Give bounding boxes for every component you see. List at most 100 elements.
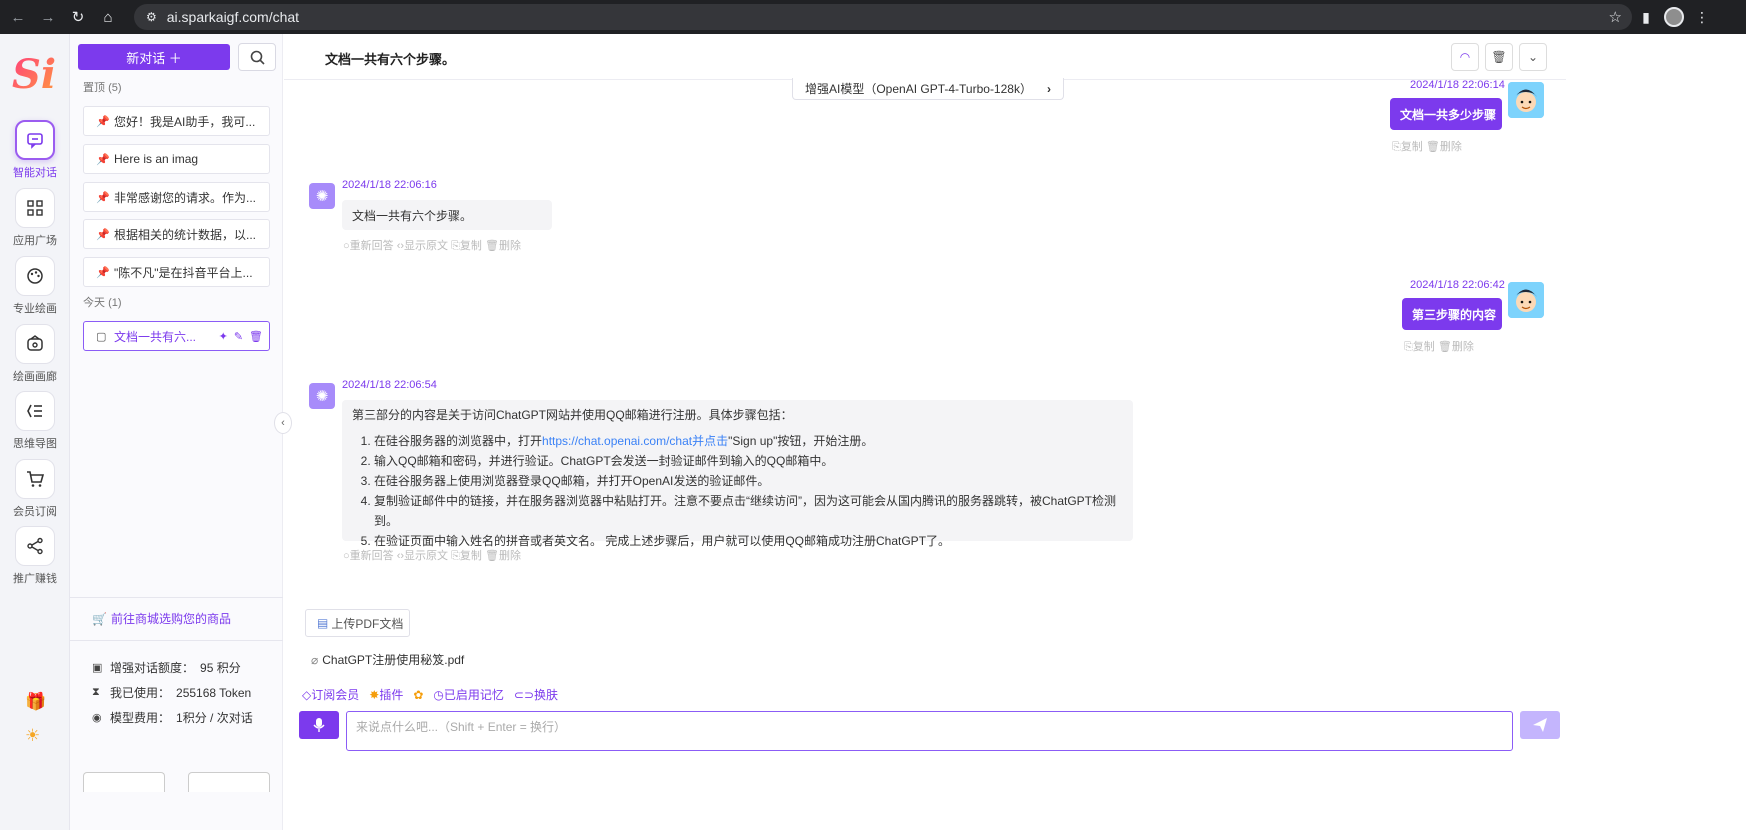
message-input[interactable]: 来说点什么吧...（Shift + Enter = 换行）	[346, 711, 1513, 751]
pinned-section-title: 置顶 (5)	[83, 82, 122, 94]
plugin-icon: ✸	[369, 688, 380, 702]
show-raw-button[interactable]: ‹›显示原文	[397, 550, 448, 562]
rail-item-painting[interactable]: 专业绘画	[8, 256, 62, 316]
trash-icon[interactable]: 🗑	[1485, 43, 1513, 71]
model-selector[interactable]: 增强AI模型（OpenAI GPT-4-Turbo-128k） ›	[792, 78, 1064, 100]
tokens-used: ⧗ 我已使用： 255168 Token	[92, 685, 252, 701]
bookmark-star-icon[interactable]: ☆	[1609, 8, 1622, 26]
edit-icon[interactable]: ✎	[234, 330, 243, 343]
copy-button[interactable]: ⎘复制	[1404, 341, 1435, 353]
app-logo[interactable]: Si	[10, 50, 62, 98]
profile-avatar[interactable]	[1660, 3, 1688, 31]
clock-icon: ◷	[433, 688, 444, 702]
list-item: 复制验证邮件中的链接，并在服务器浏览器中粘贴打开。注意不要点击“继续访问”，因为…	[374, 491, 1123, 531]
paperclip-icon: ⌀	[311, 652, 319, 667]
delete-button[interactable]: 🗑删除	[1426, 141, 1462, 153]
pinned-conversation[interactable]: 📌 您好！我是AI助手，我可...	[83, 106, 270, 136]
pin-icon: 📌	[96, 228, 110, 241]
sidepanel-icon[interactable]: ▮	[1632, 3, 1660, 31]
divider	[70, 597, 283, 598]
pinned-conversation[interactable]: 📌 非常感谢您的请求。作为...	[83, 182, 270, 212]
pinned-conversation[interactable]: 📌 Here is an imag	[83, 144, 270, 174]
rail-item-membership[interactable]: 会员订阅	[8, 459, 62, 519]
rail-item-mindmap[interactable]: 思维导图	[8, 391, 62, 451]
show-raw-button[interactable]: ‹›显示原文	[397, 240, 448, 252]
send-button[interactable]	[1520, 711, 1560, 739]
gift-icon[interactable]: 🎁	[25, 692, 46, 712]
pinned-conversation[interactable]: 📌 "陈不凡"是在抖音平台上...	[83, 257, 270, 287]
copy-button[interactable]: ⎘复制	[451, 550, 482, 562]
chevron-right-icon: ›	[1047, 81, 1051, 96]
sidebar-footer-button[interactable]	[188, 772, 270, 792]
assistant-avatar: ✺	[309, 183, 335, 209]
tag-icon: ◇	[302, 688, 312, 702]
rail-item-referral[interactable]: 推广赚钱	[8, 526, 62, 586]
user-avatar	[1508, 82, 1544, 118]
pin-icon: 📌	[96, 266, 110, 279]
delete-button[interactable]: 🗑删除	[1438, 341, 1474, 353]
message-time: 2024/1/18 22:06:42	[1410, 279, 1505, 291]
forward-icon[interactable]: →	[36, 5, 60, 29]
apps-icon	[15, 188, 55, 228]
browser-toolbar: ← → ↻ ⌂ ⚙ ai.sparkaigf.com/chat ☆ ▮ ⋮	[0, 0, 1746, 34]
rail-item-apps[interactable]: 应用广场	[8, 188, 62, 248]
upload-pdf-button[interactable]: ▤ 上传PDF文档	[305, 609, 410, 637]
menu-icon[interactable]: ⋮	[1688, 3, 1716, 31]
wallet-icon: ▣	[92, 662, 103, 674]
input-toolbar: ◇订阅会员 ✸插件 ✿ ◷已启用记忆 ⊂⊃换肤	[302, 686, 558, 703]
message-time: 2024/1/18 22:06:54	[342, 379, 437, 391]
regenerate-button[interactable]: ○重新回答	[343, 240, 394, 252]
search-icon[interactable]	[238, 43, 276, 71]
rail-label: 推广赚钱	[13, 573, 57, 585]
message-actions: ⎘复制 🗑删除	[1392, 138, 1462, 154]
site-info-icon[interactable]: ⚙	[146, 10, 157, 24]
plugin-badge-icon[interactable]: ✿	[413, 688, 423, 702]
model-cost: ◉ 模型费用： 1积分 / 次对话	[92, 711, 253, 725]
page-title: 文档一共有六个步骤。	[325, 52, 456, 67]
copy-button[interactable]: ⎘复制	[1392, 141, 1423, 153]
user-message: 文档一共多少步骤	[1390, 98, 1502, 130]
copy-button[interactable]: ⎘复制	[451, 240, 482, 252]
enhanced-quota: ▣ 增强对话额度： 95 积分	[92, 661, 241, 675]
active-conversation[interactable]: ▢ 文档一共有六... ✦ ✎ 🗑	[83, 321, 270, 351]
delete-button[interactable]: 🗑删除	[485, 550, 521, 562]
list-item: 在硅谷服务器上使用浏览器登录QQ邮箱，并打开OpenAI发送的验证邮件。	[374, 471, 1123, 491]
message-actions: ○重新回答 ‹›显示原文 ⎘复制 🗑删除	[343, 237, 521, 253]
pin-icon[interactable]: ✦	[219, 330, 228, 343]
memory-button[interactable]: ◷已启用记忆	[433, 686, 504, 703]
rail-item-gallery[interactable]: 绘画画廊	[8, 324, 62, 384]
rail-label: 思维导图	[13, 438, 57, 450]
chat-header: 文档一共有六个步骤。 ◠ 🗑 ⌄	[284, 34, 1566, 80]
pinned-conversation[interactable]: 📌 根据相关的统计数据，以...	[83, 219, 270, 249]
sidebar-footer-button[interactable]	[83, 772, 165, 792]
attached-file[interactable]: ⌀ ChatGPT注册使用秘笈.pdf	[311, 651, 464, 668]
subscribe-button[interactable]: ◇订阅会员	[302, 686, 359, 703]
delete-icon[interactable]: 🗑	[249, 330, 263, 343]
coin-icon: ◉	[92, 712, 102, 724]
skin-button[interactable]: ⊂⊃换肤	[514, 686, 558, 703]
openai-link[interactable]: https://chat.openai.com/chat并点击	[542, 434, 728, 448]
sun-icon[interactable]: ☀	[25, 726, 40, 746]
rail-label: 专业绘画	[13, 303, 57, 315]
headset-icon[interactable]: ◠	[1451, 43, 1479, 71]
chevron-down-icon[interactable]: ⌄	[1519, 43, 1547, 71]
new-chat-button[interactable]: 新对话 ＋	[78, 44, 230, 70]
shop-link[interactable]: 🛒 前往商城选购您的商品	[92, 610, 231, 627]
divider	[70, 640, 283, 641]
delete-button[interactable]: 🗑删除	[485, 240, 521, 252]
left-rail: Si 智能对话 应用广场 专业绘画 绘画画廊 思维导图 会员订阅 推广赚钱 🎁 …	[0, 34, 70, 830]
user-message: 第三步骤的内容	[1402, 298, 1502, 330]
cart-icon: 🛒	[92, 611, 107, 626]
reload-icon[interactable]: ↻	[66, 5, 90, 29]
regenerate-button[interactable]: ○重新回答	[343, 550, 394, 562]
hourglass-icon: ⧗	[92, 686, 100, 698]
rail-item-chat[interactable]: 智能对话	[8, 120, 62, 180]
answer-intro: 第三部分的内容是关于访问ChatGPT网站并使用QQ邮箱进行注册。具体步骤包括：	[352, 408, 793, 422]
address-bar[interactable]: ⚙ ai.sparkaigf.com/chat ☆	[134, 4, 1632, 30]
message-time: 2024/1/18 22:06:14	[1410, 79, 1505, 91]
microphone-button[interactable]	[299, 711, 339, 739]
pin-icon: 📌	[96, 153, 110, 166]
home-icon[interactable]: ⌂	[96, 5, 120, 29]
plugins-button[interactable]: ✸插件	[369, 686, 403, 703]
back-icon[interactable]: ←	[6, 5, 30, 29]
